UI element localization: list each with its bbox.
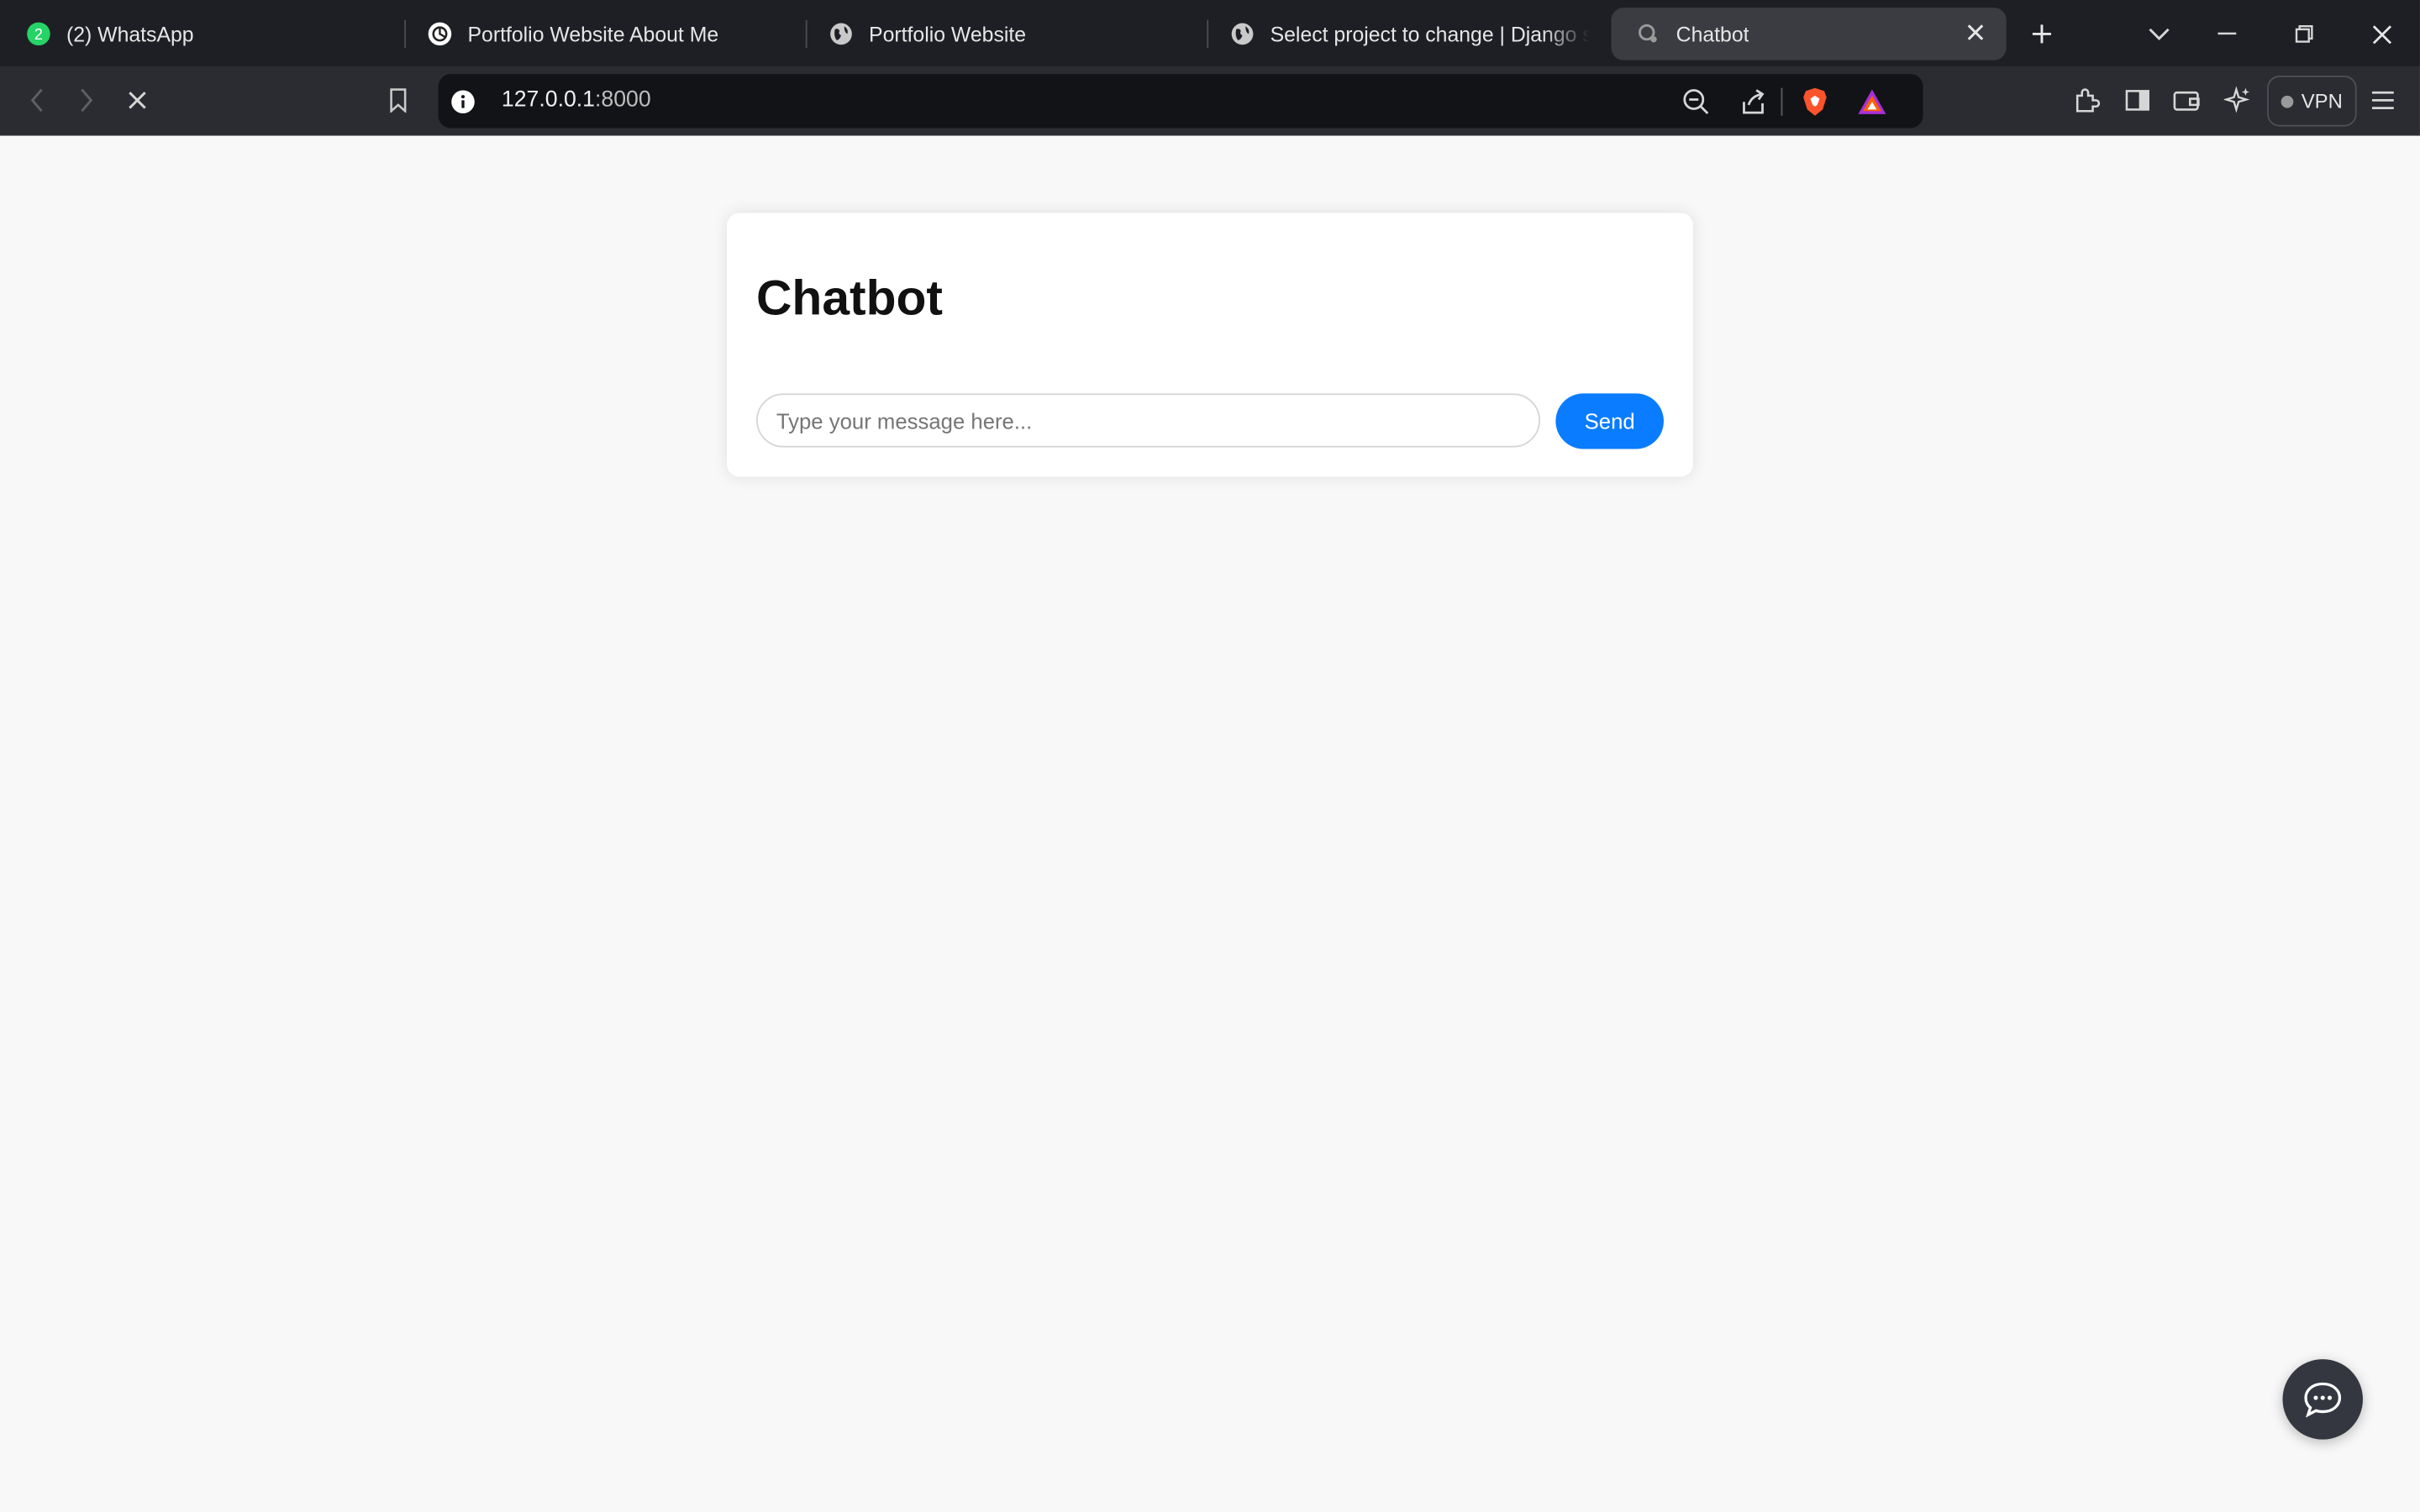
tab-strip: 2 (2) WhatsApp Portfolio Website About M… [0,0,2420,66]
tab-separator [1207,19,1209,48]
new-tab-button[interactable] [2020,13,2063,55]
tab-title: (2) WhatsApp [66,22,194,46]
url-text[interactable]: 127.0.0.1:8000 [502,88,651,113]
message-input[interactable] [755,393,1541,448]
tab-chatbot[interactable]: Chatbot [1611,8,2007,60]
zoom-out-icon[interactable] [1679,85,1712,118]
url-host: 127.0.0.1 [501,87,596,113]
close-tab-icon[interactable] [1966,22,1985,46]
address-bar[interactable]: 127.0.0.1:8000 [438,74,1923,129]
loading-icon [1636,22,1660,46]
wallet-icon[interactable] [2165,79,2208,122]
globe-icon [829,22,853,46]
url-port: :8000 [595,87,651,113]
forward-button[interactable] [65,79,108,122]
tab-title: Portfolio Website [869,22,1027,46]
browser-window: 2 (2) WhatsApp Portfolio Website About M… [0,0,2420,1512]
page-title: Chatbot [755,270,943,326]
whatsapp-icon: 2 [26,22,50,46]
browser-toolbar: 127.0.0.1:8000 VPN [0,66,2420,136]
tab-portfolio-about[interactable]: Portfolio Website About Me [428,8,791,60]
tab-separator [805,19,808,48]
tab-title: Chatbot [1676,22,1749,46]
chatbot-card: Chatbot Send [727,213,1693,477]
address-bar-divider [1781,87,1783,116]
tab-separator [404,19,407,48]
close-window-button[interactable] [2360,13,2402,55]
vpn-button[interactable]: VPN [2267,75,2357,127]
chat-widget-button[interactable] [2282,1359,2363,1440]
tab-badge: 2 [34,25,43,43]
send-button[interactable]: Send [1555,393,1664,449]
brave-shields-icon[interactable] [1798,85,1832,118]
share-icon[interactable] [1736,85,1770,118]
leo-ai-icon[interactable] [2217,79,2260,122]
menu-icon[interactable] [2361,79,2404,122]
brave-rewards-icon[interactable] [1855,85,1889,118]
site-info-icon[interactable] [446,85,480,118]
tab-portfolio-website[interactable]: Portfolio Website [829,8,1192,60]
vpn-status-icon [2281,94,2294,108]
openai-icon [428,22,452,46]
chat-bubble-icon [2304,1382,2342,1418]
tab-title: Portfolio Website About Me [467,22,719,46]
stop-loading-button[interactable] [116,79,159,122]
tab-search-button[interactable] [2138,13,2181,55]
tab-django-admin[interactable]: Select project to change | Django site [1230,8,1590,60]
minimize-button[interactable] [2206,13,2249,55]
tab-title: Select project to change | Django site [1270,22,1590,46]
sidebar-toggle-icon[interactable] [2116,79,2159,122]
globe-icon [1230,22,1255,46]
page-content: Chatbot Send [0,135,2420,1512]
tab-whatsapp[interactable]: 2 (2) WhatsApp [26,8,389,60]
restore-button[interactable] [2282,13,2325,55]
vpn-label: VPN [2301,89,2343,113]
bookmark-icon[interactable] [376,79,419,122]
back-button[interactable] [15,79,58,122]
extensions-icon[interactable] [2065,79,2108,122]
